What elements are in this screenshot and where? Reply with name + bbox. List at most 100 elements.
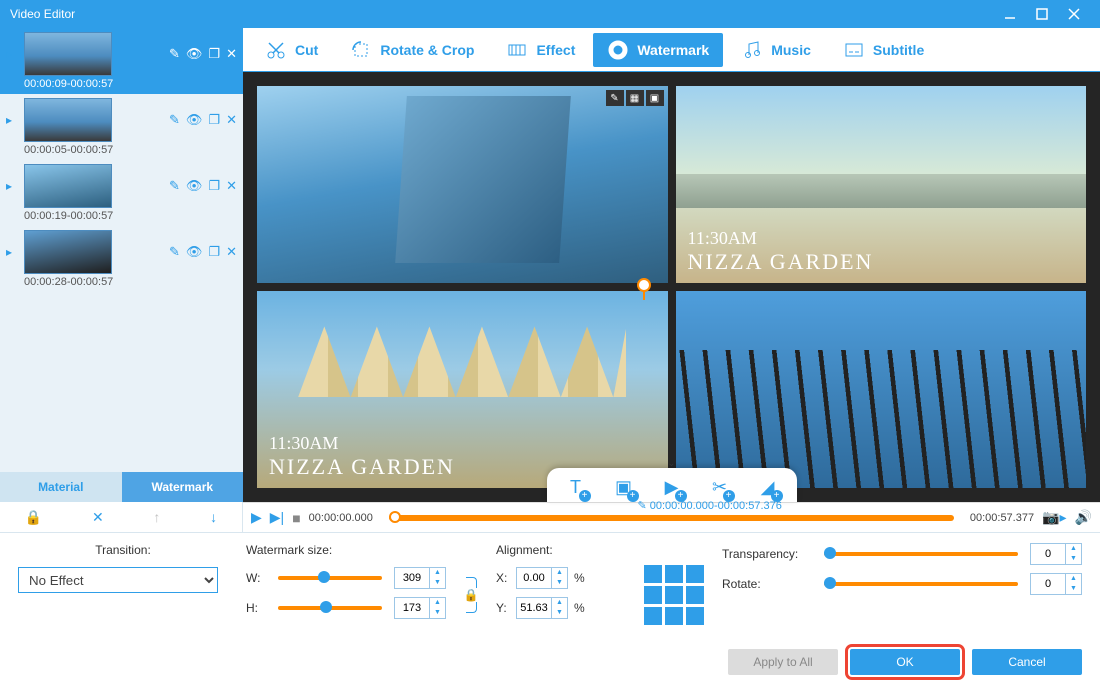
aspect-lock-icon[interactable]: 🔒	[464, 543, 478, 646]
add-draw-icon[interactable]: ◢	[755, 474, 781, 500]
transition-select[interactable]: No Effect	[18, 567, 218, 593]
delete-icon[interactable]: ✕	[226, 178, 237, 194]
tab-subtitle[interactable]: Subtitle	[829, 33, 938, 67]
spin-down-icon[interactable]: ▼	[552, 578, 567, 588]
add-video-icon[interactable]: ▶	[659, 474, 685, 500]
spin-down-icon[interactable]: ▼	[430, 578, 445, 588]
copy-icon[interactable]: ❐	[208, 178, 220, 194]
volume-icon[interactable]: 🔊	[1075, 509, 1092, 526]
spin-up-icon[interactable]: ▲	[430, 568, 445, 578]
y-input[interactable]: ▲▼	[516, 597, 568, 619]
pencil-icon[interactable]: ✎	[169, 112, 180, 128]
clip-play-icon[interactable]: ▸	[6, 245, 18, 259]
spin-up-icon[interactable]: ▲	[430, 598, 445, 608]
tab-watermark[interactable]: Watermark	[593, 33, 723, 67]
clip-thumbnail[interactable]	[24, 32, 112, 76]
spin-up-icon[interactable]: ▲	[1066, 574, 1081, 584]
apply-to-all-button[interactable]: Apply to All	[728, 649, 838, 675]
timeline-track[interactable]: ✎ 00:00:00.000-00:00:57.376	[389, 515, 954, 521]
rotate-input[interactable]: ▲▼	[1030, 573, 1082, 595]
anchor-bl[interactable]	[644, 607, 662, 625]
spin-down-icon[interactable]: ▼	[552, 608, 567, 618]
move-up-icon[interactable]: ↑	[153, 509, 160, 525]
delete-icon[interactable]: ✕	[226, 112, 237, 128]
tab-effect[interactable]: Effect	[492, 33, 589, 67]
clip-item[interactable]: ▸ ✎👁❐✕ 00:00:28-00:00:57	[0, 226, 243, 292]
width-slider[interactable]	[278, 576, 382, 580]
copy-icon[interactable]: ❐	[208, 112, 220, 128]
rotate-slider[interactable]	[824, 582, 1018, 586]
clip-item[interactable]: ▸ ✎👁❐✕ 00:00:19-00:00:57	[0, 160, 243, 226]
spin-down-icon[interactable]: ▼	[1066, 584, 1081, 594]
width-input[interactable]: ▲▼	[394, 567, 446, 589]
clip-play-icon[interactable]: ▸	[6, 47, 18, 61]
eye-icon[interactable]: 👁	[186, 112, 203, 128]
tab-watermark-left[interactable]: Watermark	[122, 472, 244, 502]
maximize-button[interactable]	[1026, 0, 1058, 28]
clip-thumbnail[interactable]	[24, 164, 112, 208]
clip-play-icon[interactable]: ▸	[6, 179, 18, 193]
tab-material[interactable]: Material	[0, 472, 122, 502]
edit-overlay-icon[interactable]: ✎	[606, 90, 624, 106]
eye-icon[interactable]: 👁	[186, 178, 203, 194]
clip-play-icon[interactable]: ▸	[6, 113, 18, 127]
height-input[interactable]: ▲▼	[394, 597, 446, 619]
minimize-button[interactable]	[994, 0, 1026, 28]
tab-music[interactable]: Music	[727, 33, 825, 67]
preview-canvas[interactable]: ✎▦▣ 11:30AM NIZZA GARDEN 11:30AM NIZZA G…	[243, 72, 1100, 502]
delete-icon[interactable]: ✕	[226, 244, 237, 260]
image-overlay-icon[interactable]: ▦	[626, 90, 644, 106]
anchor-mc[interactable]	[665, 586, 683, 604]
close-overlay-icon[interactable]: ▣	[646, 90, 664, 106]
ok-button[interactable]: OK	[850, 649, 960, 675]
anchor-ml[interactable]	[644, 586, 662, 604]
snapshot-icon[interactable]: 📷▸	[1042, 509, 1066, 526]
spin-down-icon[interactable]: ▼	[430, 608, 445, 618]
copy-icon[interactable]: ❐	[208, 46, 220, 62]
spin-up-icon[interactable]: ▲	[1066, 544, 1081, 554]
lock-icon[interactable]: 🔒	[25, 509, 42, 526]
collapse-icon[interactable]: ⌄	[667, 458, 675, 469]
spin-down-icon[interactable]: ▼	[1066, 554, 1081, 564]
spin-up-icon[interactable]: ▲	[552, 598, 567, 608]
anchor-bc[interactable]	[665, 607, 683, 625]
spin-up-icon[interactable]: ▲	[552, 568, 567, 578]
close-button[interactable]	[1058, 0, 1090, 28]
delete-icon[interactable]: ✕	[226, 46, 237, 62]
move-down-icon[interactable]: ↓	[210, 509, 217, 525]
eye-icon[interactable]: 👁	[186, 244, 203, 260]
add-shape-icon[interactable]: ✂	[707, 474, 733, 500]
step-button[interactable]: ▶|	[270, 509, 284, 526]
overlay-text: NIZZA GARDEN	[688, 249, 874, 275]
overlay-text: NIZZA GARDEN	[269, 454, 455, 480]
copy-icon[interactable]: ❐	[208, 244, 220, 260]
tab-rotate-crop[interactable]: Rotate & Crop	[336, 33, 488, 67]
anchor-br[interactable]	[686, 607, 704, 625]
stop-button[interactable]: ■	[292, 510, 300, 526]
anchor-tr[interactable]	[686, 565, 704, 583]
x-input[interactable]: ▲▼	[516, 567, 568, 589]
cancel-button[interactable]: Cancel	[972, 649, 1082, 675]
anchor-tl[interactable]	[644, 565, 662, 583]
transparency-input[interactable]: ▲▼	[1030, 543, 1082, 565]
tab-label: Watermark	[637, 42, 709, 58]
clip-item[interactable]: ▸ ✎ 👁 ❐ ✕ 00:00:09-00:00:57	[0, 28, 243, 94]
play-button[interactable]: ▶	[251, 509, 262, 526]
pencil-icon[interactable]: ✎	[169, 244, 180, 260]
clip-thumbnail[interactable]	[24, 230, 112, 274]
anchor-tc[interactable]	[665, 565, 683, 583]
remove-icon[interactable]: ✕	[92, 509, 104, 526]
clip-item[interactable]: ▸ ✎👁❐✕ 00:00:05-00:00:57	[0, 94, 243, 160]
add-image-icon[interactable]: ▣	[611, 474, 637, 500]
eye-icon[interactable]: 👁	[186, 46, 203, 62]
tab-cut[interactable]: Cut	[251, 33, 332, 67]
window-title: Video Editor	[10, 7, 994, 21]
anchor-mr[interactable]	[686, 586, 704, 604]
pencil-icon[interactable]: ✎	[169, 178, 180, 194]
timeline-playhead[interactable]	[389, 511, 401, 523]
pencil-icon[interactable]: ✎	[169, 46, 180, 62]
clip-thumbnail[interactable]	[24, 98, 112, 142]
transparency-slider[interactable]	[824, 552, 1018, 556]
add-text-icon[interactable]: T	[563, 474, 589, 500]
height-slider[interactable]	[278, 606, 382, 610]
